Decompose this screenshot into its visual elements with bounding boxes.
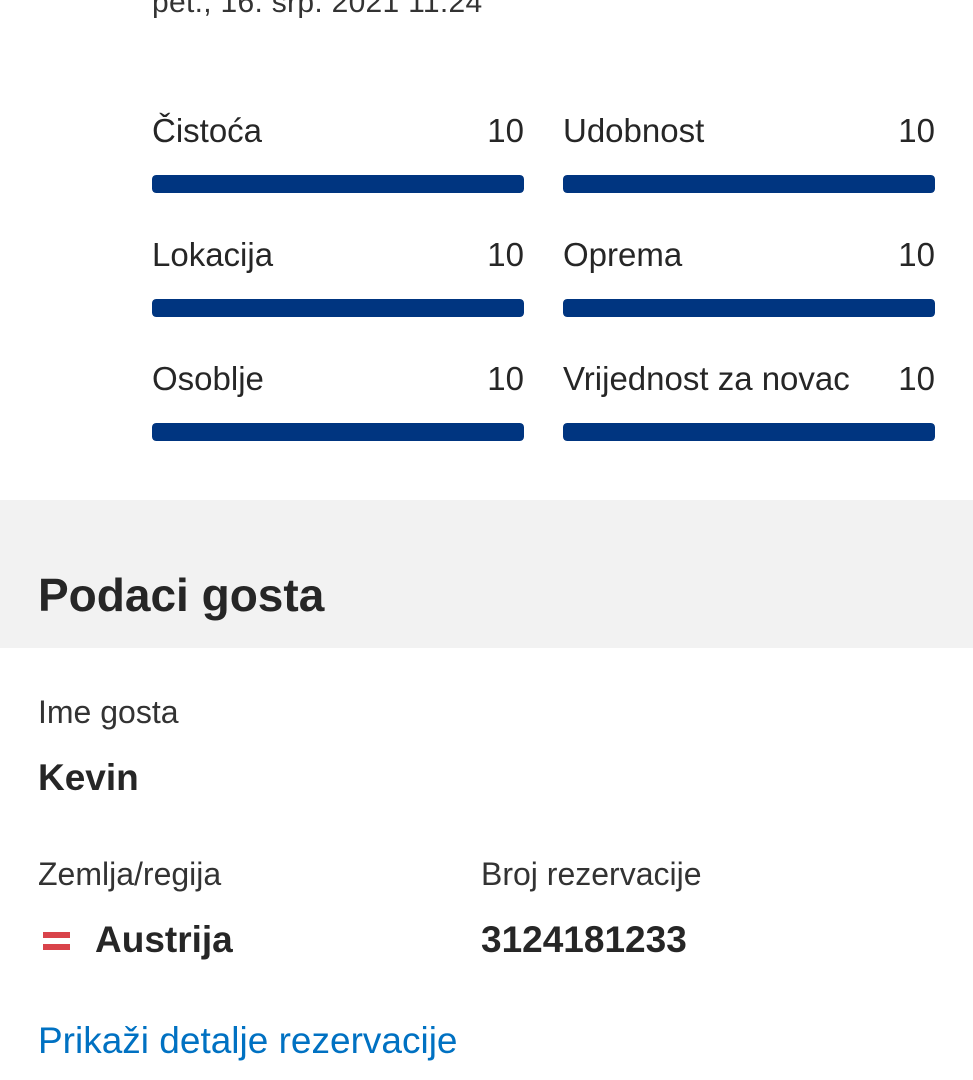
- score-label: Osoblje: [152, 360, 264, 397]
- score-bar-fill: [563, 299, 935, 317]
- section-title: Podaci gosta: [38, 569, 325, 621]
- score-bar-fill: [152, 299, 524, 317]
- score-bar: [563, 423, 935, 441]
- score-bar: [152, 423, 524, 441]
- review-date: pet., 16. srp. 2021 11:24: [152, 0, 483, 19]
- booking-number-label: Broj rezervacije: [481, 856, 702, 892]
- guest-name-label: Ime gosta: [38, 694, 179, 730]
- review-scores: Čistoća 10 Udobnost 10 Lokacija 10 Oprem…: [152, 112, 935, 484]
- country-label: Zemlja/regija: [38, 856, 222, 892]
- score-bar-fill: [563, 175, 935, 193]
- score-bar: [152, 175, 524, 193]
- score-bar-fill: [152, 175, 524, 193]
- austria-flag-icon: [43, 932, 70, 950]
- score-value: 10: [898, 360, 935, 397]
- score-label: Čistoća: [152, 112, 263, 149]
- score-value: 10: [487, 360, 524, 397]
- score-item-udobnost: Udobnost 10: [563, 112, 935, 236]
- score-item-lokacija: Lokacija 10: [152, 236, 524, 360]
- score-bar: [152, 299, 524, 317]
- score-item-vrijednost-za-novac: Vrijednost za novac 10: [563, 360, 935, 484]
- booking-number-value: 3124181233: [481, 919, 687, 960]
- country-value: Austrija: [95, 919, 233, 960]
- show-booking-details-link[interactable]: Prikaži detalje rezervacije: [38, 1020, 458, 1062]
- score-label: Udobnost: [563, 112, 705, 149]
- score-value: 10: [898, 236, 935, 273]
- score-value: 10: [898, 112, 935, 149]
- score-bar-fill: [563, 423, 935, 441]
- score-value: 10: [487, 236, 524, 273]
- score-item-osoblje: Osoblje 10: [152, 360, 524, 484]
- guest-name-value: Kevin: [38, 757, 139, 798]
- score-label: Vrijednost za novac: [563, 360, 850, 397]
- score-label: Lokacija: [152, 236, 274, 273]
- score-bar: [563, 175, 935, 193]
- score-value: 10: [487, 112, 524, 149]
- score-item-oprema: Oprema 10: [563, 236, 935, 360]
- score-bar: [563, 299, 935, 317]
- score-bar-fill: [152, 423, 524, 441]
- score-label: Oprema: [563, 236, 683, 273]
- score-item-cistoca: Čistoća 10: [152, 112, 524, 236]
